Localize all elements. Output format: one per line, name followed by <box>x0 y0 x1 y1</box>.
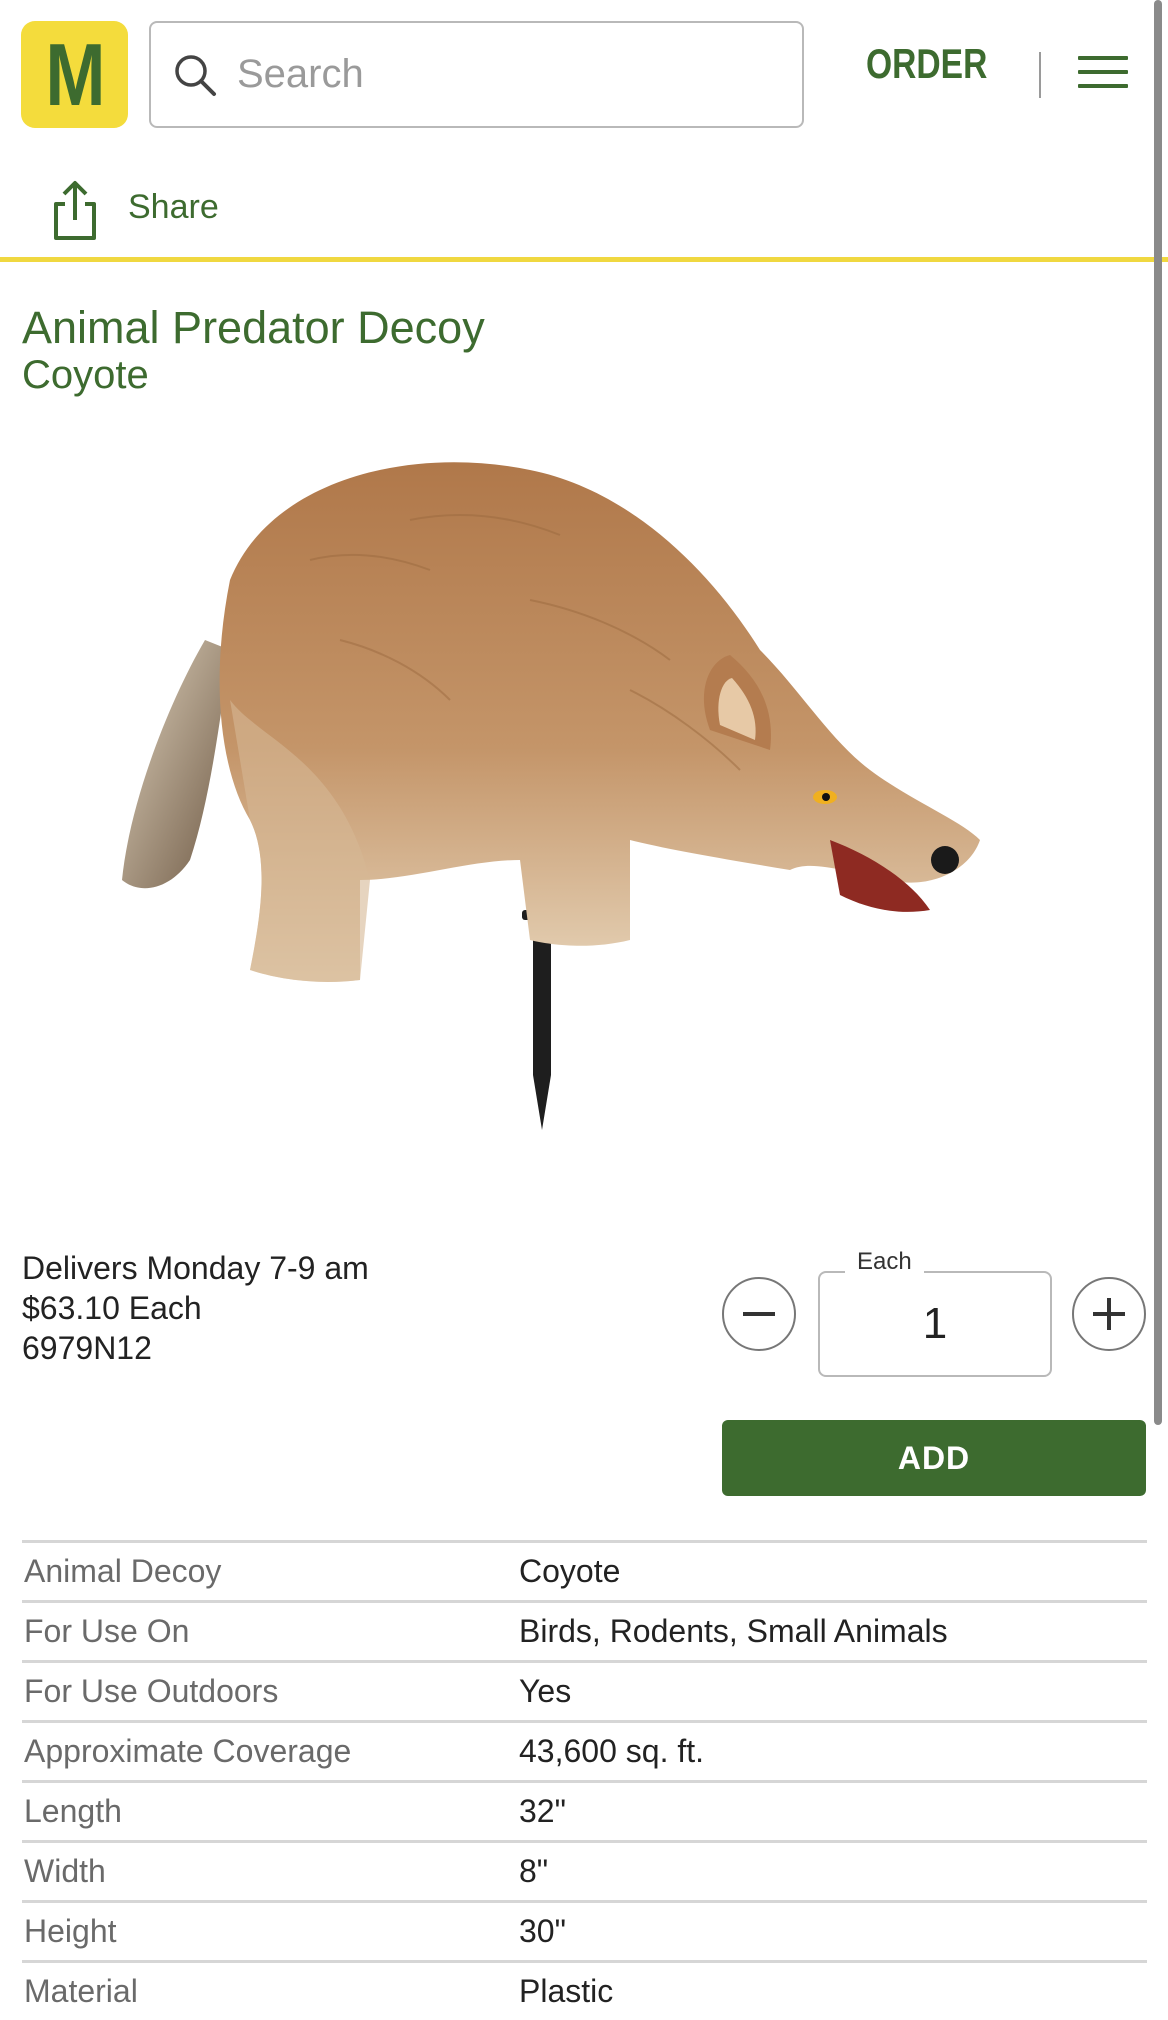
hamburger-menu-icon[interactable] <box>1078 56 1128 94</box>
spec-row: Animal Decoy Coyote <box>22 1540 1147 1600</box>
logo-letter: M <box>45 24 105 124</box>
increase-quantity-button[interactable] <box>1072 1277 1146 1351</box>
share-icon <box>54 181 96 240</box>
spec-label: Material <box>24 1973 138 2009</box>
spec-label: Animal Decoy <box>24 1553 222 1589</box>
spec-row: Width 8" <box>22 1840 1147 1900</box>
spec-value: Yes <box>519 1673 572 1709</box>
quantity-value: 1 <box>922 1299 948 1348</box>
price-text: $63.10 Each <box>22 1290 202 1326</box>
decrease-quantity-button[interactable] <box>722 1277 796 1351</box>
spec-label: Length <box>24 1793 122 1829</box>
quantity-unit-label: Each <box>845 1248 924 1276</box>
spec-row: For Use On Birds, Rodents, Small Animals <box>22 1600 1147 1660</box>
spec-label: For Use Outdoors <box>24 1673 279 1709</box>
logo[interactable]: M <box>21 21 128 128</box>
spec-value: Coyote <box>519 1553 621 1589</box>
spec-label: For Use On <box>24 1613 190 1649</box>
spec-value: 32" <box>519 1793 566 1829</box>
spec-value: Birds, Rodents, Small Animals <box>519 1613 948 1649</box>
part-number: 6979N12 <box>22 1330 152 1366</box>
spec-row: Material Plastic <box>22 1960 1147 2020</box>
share-label: Share <box>128 188 219 226</box>
header-divider <box>1039 52 1041 98</box>
header: M ORDER <box>0 0 1168 150</box>
spec-row: Height 30" <box>22 1900 1147 1960</box>
search-input[interactable] <box>235 23 775 126</box>
product-image <box>122 462 980 1130</box>
scrollbar[interactable] <box>1154 0 1162 1425</box>
spec-value: 43,600 sq. ft. <box>519 1733 705 1769</box>
spec-label: Height <box>24 1913 117 1949</box>
spec-row: Length 32" <box>22 1780 1147 1840</box>
minus-icon <box>743 1312 775 1316</box>
specs-table: Animal Decoy Coyote For Use On Birds, Roden… <box>22 1540 1147 2020</box>
order-link[interactable]: ORDER <box>866 40 987 100</box>
delivery-info: Delivers Monday 7-9 am $63.10 Each 6979N… <box>22 1248 369 1368</box>
product-title: Animal Predator Decoy <box>22 302 485 353</box>
share-button[interactable]: Share <box>0 170 1160 260</box>
spec-label: Width <box>24 1853 106 1889</box>
add-to-order-button[interactable]: ADD <box>722 1420 1146 1496</box>
delivery-text: Delivers Monday 7-9 am <box>22 1250 369 1286</box>
spec-value: 8" <box>519 1853 549 1889</box>
spec-row: Approximate Coverage 43,600 sq. ft. <box>22 1720 1147 1780</box>
plus-icon <box>1093 1298 1125 1330</box>
spec-label: Approximate Coverage <box>24 1733 352 1769</box>
header-rule <box>0 257 1168 262</box>
search-icon <box>175 55 216 96</box>
spec-row: For Use Outdoors Yes <box>22 1660 1147 1720</box>
search-box[interactable] <box>149 21 804 128</box>
product-subtitle: Coyote <box>22 353 149 397</box>
spec-value: Plastic <box>519 1973 614 2009</box>
spec-value: 30" <box>519 1913 566 1949</box>
quantity-input[interactable]: 1 <box>818 1271 1052 1377</box>
